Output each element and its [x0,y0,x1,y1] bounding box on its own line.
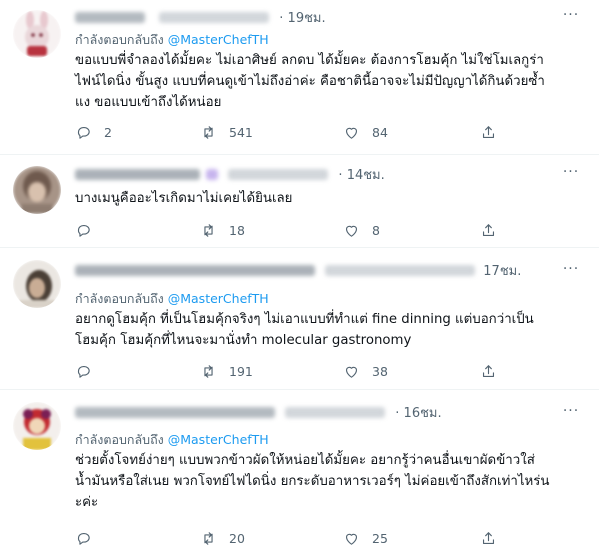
tweet-header: · 19ชม. [75,7,559,27]
replying-to-label: กำลังตอบกลับถึง [75,291,164,306]
username-blurred[interactable] [325,265,476,276]
reply-button[interactable] [75,528,104,548]
more-icon[interactable]: ··· [561,262,581,280]
reply-handle-link[interactable]: @MasterChefTH [168,291,269,306]
like-button[interactable]: 84 [343,122,388,142]
retweet-count: 191 [229,363,253,379]
more-icon[interactable]: ··· [561,8,581,26]
avatar[interactable] [13,260,61,308]
username-blurred[interactable] [159,12,270,23]
retweet-icon [204,531,213,545]
avatar[interactable] [13,166,61,214]
share-icon [482,531,495,544]
share-icon [482,223,495,236]
reply-button[interactable]: 2 [75,122,112,142]
retweet-button[interactable]: 20 [200,528,245,548]
replying-to-label: กำลังตอบกลับถึง [75,432,164,447]
reply-button[interactable] [75,361,104,381]
tweet-text: อยากดูโฮมคุ้ก ที่เป็นโฮมคุ้กจริงๆ ไม่เอา… [75,312,534,348]
reply-icon [77,532,90,545]
more-icon[interactable]: ··· [561,404,581,422]
heart-icon [345,366,358,378]
reply-handle-link[interactable]: @MasterChefTH [168,32,269,47]
tweet-header: · 14ชม. [75,164,559,184]
retweet-button[interactable]: 18 [200,220,245,240]
replying-to: กำลังตอบกลับถึง @MasterChefTH [75,289,269,309]
reply-feed: · 19ชม. ··· กำลังตอบกลับถึง @MasterChefT… [0,0,599,555]
retweet-count: 541 [229,124,253,140]
tweet[interactable]: · 16ชม. ··· กำลังตอบกลับถึง @MasterChefT… [0,390,599,555]
tweet-header: · 16ชม. [75,402,559,422]
share-icon [482,364,495,377]
share-button[interactable] [480,361,497,381]
display-name-blurred[interactable] [75,407,275,418]
retweet-icon [204,364,213,378]
like-button[interactable]: 38 [343,361,388,381]
reply-handle-link[interactable]: @MasterChefTH [168,432,269,447]
retweet-button[interactable]: 541 [200,122,253,142]
like-count: 25 [372,530,388,546]
tweet-text: บางเมนูคืออะไรเกิดมาไม่เคยได้ยินเลย [75,191,293,206]
reply-icon [77,365,90,378]
share-icon [482,125,495,138]
avatar-image [13,402,61,450]
retweet-icon [204,223,213,237]
share-button[interactable] [480,528,497,548]
name-emoji-blurred [206,169,219,180]
retweet-icon [204,125,213,139]
username-blurred[interactable] [285,407,386,418]
heart-icon [345,533,358,545]
tweet[interactable]: 17ชม. ··· กำลังตอบกลับถึง @MasterChefTH … [0,248,599,390]
avatar-image [13,260,61,308]
heart-icon [345,127,358,139]
heart-icon [345,225,358,237]
tweet[interactable]: · 19ชม. ··· กำลังตอบกลับถึง @MasterChefT… [0,0,599,155]
tweet-time[interactable]: · 19ชม. [279,11,325,26]
reply-button[interactable] [75,220,104,240]
display-name-blurred[interactable] [75,12,145,23]
replying-to: กำลังตอบกลับถึง @MasterChefTH [75,430,269,450]
like-button[interactable]: 25 [343,528,388,548]
avatar[interactable] [13,402,61,450]
retweet-count: 18 [229,222,245,238]
tweet[interactable]: · 14ชม. ··· บางเมนูคืออะไรเกิดมาไม่เคยได… [0,155,599,248]
avatar-image [13,10,61,58]
tweet-time[interactable]: · 16ชม. [395,406,441,421]
share-button[interactable] [480,122,497,142]
retweet-button[interactable]: 191 [200,361,253,381]
like-button[interactable]: 8 [343,220,380,240]
tweet-time[interactable]: · 14ชม. [338,168,384,183]
tweet-text: ช่วยตั้งโจทย์ง่ายๆ แบบพวกข้าวผัดให้หน่อย… [75,453,550,510]
display-name-blurred[interactable] [75,265,315,276]
like-count: 84 [372,124,388,140]
tweet-header: 17ชม. [75,260,559,280]
reply-icon [77,126,90,139]
avatar[interactable] [13,10,61,58]
tweet-time[interactable]: 17ชม. [483,264,521,279]
like-count: 38 [372,363,388,379]
retweet-count: 20 [229,530,245,546]
more-icon[interactable]: ··· [561,165,581,183]
like-count: 8 [372,222,380,238]
replying-to-label: กำลังตอบกลับถึง [75,32,164,47]
share-button[interactable] [480,220,497,240]
reply-count: 2 [104,124,112,140]
replying-to: กำลังตอบกลับถึง @MasterChefTH [75,30,269,50]
avatar-image [13,166,61,214]
username-blurred[interactable] [228,169,329,180]
tweet-text: ขอแบบพี่จำลองได้มั้ยคะ ไม่เอาศิษย์ ลกดบ … [75,53,545,110]
reply-icon [77,224,90,237]
display-name-blurred[interactable] [75,169,200,180]
